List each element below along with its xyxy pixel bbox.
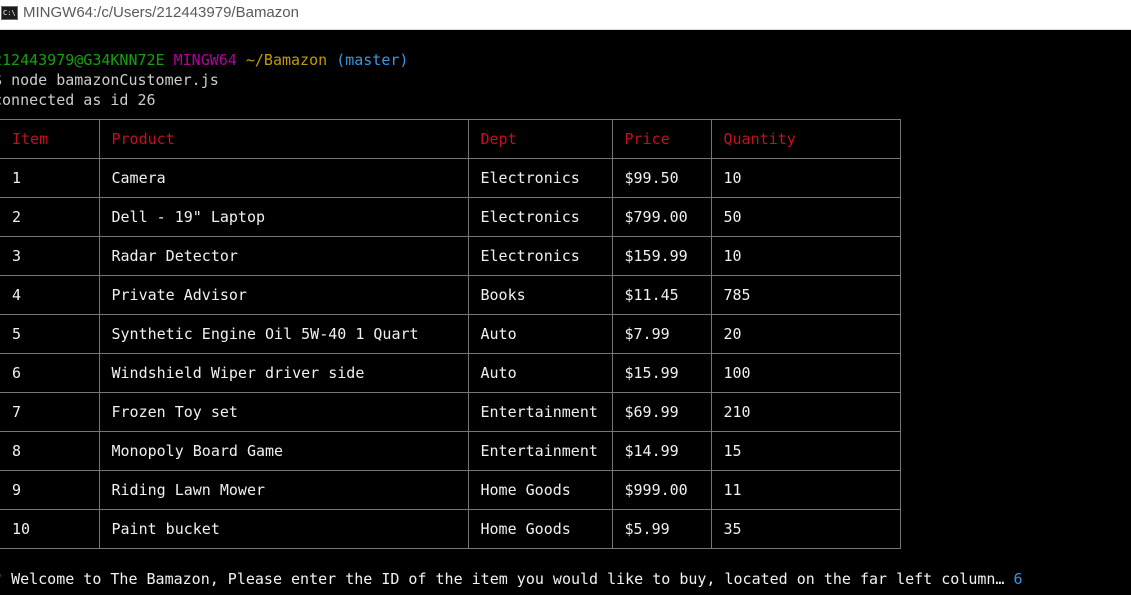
cell-quantity: 100 bbox=[710, 353, 901, 393]
cell-product: Synthetic Engine Oil 5W-40 1 Quart bbox=[98, 314, 469, 354]
cell-item: 8 bbox=[0, 431, 100, 471]
prompt-line: 212443979@G34KNN72E MINGW64 ~/Bamazon (m… bbox=[0, 50, 408, 70]
prompt-user-host: 212443979@G34KNN72E bbox=[0, 51, 165, 69]
window-title: MINGW64:/c/Users/212443979/Bamazon bbox=[23, 4, 299, 21]
cell-item: 7 bbox=[0, 392, 100, 432]
cell-dept: Entertainment bbox=[467, 431, 613, 471]
cell-price: $14.99 bbox=[611, 431, 712, 471]
table-row: 6 Windshield Wiper driver side Auto $15.… bbox=[0, 353, 901, 393]
cell-dept: Auto bbox=[467, 353, 613, 393]
cell-price: $69.99 bbox=[611, 392, 712, 432]
cell-price: $15.99 bbox=[611, 353, 712, 393]
table-row: 1 Camera Electronics $99.50 10 bbox=[0, 158, 901, 198]
table-row: 8 Monopoly Board Game Entertainment $14.… bbox=[0, 431, 901, 471]
cell-product: Radar Detector bbox=[98, 236, 469, 276]
cell-quantity: 20 bbox=[710, 314, 901, 354]
cell-item: 1 bbox=[0, 158, 100, 198]
cell-quantity: 50 bbox=[710, 197, 901, 237]
cell-item: 4 bbox=[0, 275, 100, 315]
cell-quantity: 10 bbox=[710, 236, 901, 276]
table-row: 5 Synthetic Engine Oil 5W-40 1 Quart Aut… bbox=[0, 314, 901, 354]
prompt-shell: MINGW64 bbox=[173, 51, 237, 69]
terminal[interactable]: 212443979@G34KNN72E MINGW64 ~/Bamazon (m… bbox=[0, 30, 1131, 595]
cell-price: $159.99 bbox=[611, 236, 712, 276]
question-answer[interactable]: 6 bbox=[1013, 570, 1022, 588]
cell-dept: Home Goods bbox=[467, 509, 613, 549]
cell-price: $11.45 bbox=[611, 275, 712, 315]
cell-item: 5 bbox=[0, 314, 100, 354]
header-item: Item bbox=[0, 119, 100, 159]
cell-dept: Books bbox=[467, 275, 613, 315]
table-row: 2 Dell - 19" Laptop Electronics $799.00 … bbox=[0, 197, 901, 237]
cell-price: $999.00 bbox=[611, 470, 712, 510]
title-bar: C:\ MINGW64:/c/Users/212443979/Bamazon bbox=[0, 0, 1131, 30]
cell-product: Dell - 19" Laptop bbox=[98, 197, 469, 237]
cell-quantity: 11 bbox=[710, 470, 901, 510]
command-text: node bamazonCustomer.js bbox=[11, 71, 219, 89]
cell-item: 2 bbox=[0, 197, 100, 237]
table-row: 9 Riding Lawn Mower Home Goods $999.00 1… bbox=[0, 470, 901, 510]
cell-price: $7.99 bbox=[611, 314, 712, 354]
cell-product: Riding Lawn Mower bbox=[98, 470, 469, 510]
table-row: 7 Frozen Toy set Entertainment $69.99 21… bbox=[0, 392, 901, 432]
cell-dept: Entertainment bbox=[467, 392, 613, 432]
cell-dept: Electronics bbox=[467, 197, 613, 237]
cell-product: Camera bbox=[98, 158, 469, 198]
cell-dept: Home Goods bbox=[467, 470, 613, 510]
prompt-branch: (master) bbox=[336, 51, 409, 69]
cell-price: $5.99 bbox=[611, 509, 712, 549]
cell-price: $99.50 bbox=[611, 158, 712, 198]
product-table: Item Product Dept Price Quantity 1 Camer… bbox=[0, 119, 901, 549]
cell-product: Windshield Wiper driver side bbox=[98, 353, 469, 393]
cell-item: 6 bbox=[0, 353, 100, 393]
cell-quantity: 35 bbox=[710, 509, 901, 549]
cell-quantity: 210 bbox=[710, 392, 901, 432]
cell-dept: Electronics bbox=[467, 158, 613, 198]
cell-item: 10 bbox=[0, 509, 100, 549]
cell-product: Monopoly Board Game bbox=[98, 431, 469, 471]
cell-product: Frozen Toy set bbox=[98, 392, 469, 432]
question-text: Welcome to The Bamazon, Please enter the… bbox=[11, 570, 1005, 588]
cell-dept: Electronics bbox=[467, 236, 613, 276]
purchase-question[interactable]: ? Welcome to The Bamazon, Please enter t… bbox=[0, 569, 1023, 589]
cell-dept: Auto bbox=[467, 314, 613, 354]
cell-item: 3 bbox=[0, 236, 100, 276]
terminal-icon[interactable]: C:\ bbox=[1, 6, 18, 20]
table-row: 3 Radar Detector Electronics $159.99 10 bbox=[0, 236, 901, 276]
cell-product: Paint bucket bbox=[98, 509, 469, 549]
question-marker: ? bbox=[0, 570, 2, 588]
cell-item: 9 bbox=[0, 470, 100, 510]
prompt-symbol: $ bbox=[0, 71, 2, 89]
cell-quantity: 785 bbox=[710, 275, 901, 315]
cell-quantity: 15 bbox=[710, 431, 901, 471]
cell-product: Private Advisor bbox=[98, 275, 469, 315]
header-dept: Dept bbox=[467, 119, 613, 159]
connection-status: connected as id 26 bbox=[0, 91, 156, 109]
table-header-row: Item Product Dept Price Quantity bbox=[0, 119, 901, 159]
cell-price: $799.00 bbox=[611, 197, 712, 237]
header-price: Price bbox=[611, 119, 712, 159]
table-row: 4 Private Advisor Books $11.45 785 bbox=[0, 275, 901, 315]
command-line: $ node bamazonCustomer.js bbox=[0, 70, 219, 90]
header-quantity: Quantity bbox=[710, 119, 901, 159]
header-product: Product bbox=[98, 119, 469, 159]
prompt-path: ~/Bamazon bbox=[245, 51, 328, 69]
cell-quantity: 10 bbox=[710, 158, 901, 198]
table-row: 10 Paint bucket Home Goods $5.99 35 bbox=[0, 509, 901, 549]
